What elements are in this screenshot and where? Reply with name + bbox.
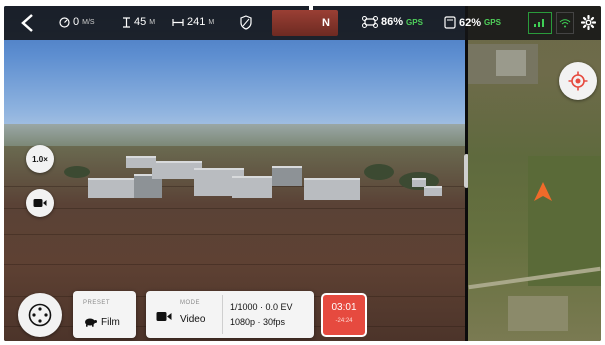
- drone-flight-app: 0 M/S 45 M 241 M N 86% GPS 62% GPS 1.0× …: [4, 6, 601, 341]
- speed-value: 0: [73, 16, 80, 28]
- drone-battery-value: 86%: [381, 16, 404, 28]
- target-location-icon: [568, 71, 588, 91]
- signal-bars-icon: [534, 19, 544, 27]
- distance-icon: [172, 18, 184, 26]
- speedometer-icon: [59, 16, 70, 28]
- back-arrow-icon[interactable]: [18, 12, 38, 34]
- resolution-value[interactable]: 1080p · 30fps: [230, 317, 285, 327]
- distance-unit: M: [208, 18, 215, 26]
- drone-battery-indicator: 86% GPS: [362, 16, 423, 28]
- wifi-badge: [556, 12, 574, 34]
- exposure-value[interactable]: 1/1000 · 0.0 EV: [230, 302, 293, 312]
- speed-unit: M/S: [82, 18, 95, 26]
- compass-heading-strip: N: [272, 10, 338, 36]
- video-mode-icon: [156, 312, 172, 321]
- satellite-map[interactable]: [468, 6, 601, 341]
- device-battery-indicator: 62% GPS: [444, 16, 501, 29]
- mode-divider: [222, 295, 223, 334]
- preset-value: Film: [101, 317, 120, 328]
- wifi-icon: [559, 18, 571, 27]
- controller-icon: [444, 16, 456, 29]
- film-turtle-icon: [85, 318, 97, 327]
- distance-indicator: 241 M: [172, 16, 214, 28]
- device-battery-value: 62%: [459, 16, 482, 29]
- joystick-icon: [28, 303, 52, 327]
- device-gps-label: GPS: [484, 18, 501, 27]
- joystick-mode-button[interactable]: [18, 293, 62, 337]
- record-button[interactable]: 03:01 -24:24: [321, 293, 367, 337]
- altitude-unit: M: [149, 18, 156, 26]
- altitude-icon: [123, 16, 130, 28]
- drone-icon: [362, 16, 378, 28]
- top-status-bar: 0 M/S 45 M 241 M N 86% GPS 62% GPS: [4, 6, 601, 40]
- altitude-value: 45: [134, 16, 147, 28]
- heading-label: N: [322, 17, 330, 29]
- speed-indicator: 0 M/S: [59, 16, 95, 28]
- mode-value: Video: [180, 314, 206, 325]
- settings-gear-icon[interactable]: [581, 15, 596, 30]
- record-elapsed-time: 03:01: [331, 302, 357, 313]
- recenter-map-button[interactable]: [559, 62, 597, 100]
- shield-icon[interactable]: [240, 15, 252, 30]
- camera-mode-settings[interactable]: MODE Video 1/1000 · 0.0 EV 1080p · 30fps: [146, 291, 314, 338]
- drone-location-arrow-icon: [534, 182, 552, 201]
- zoom-button[interactable]: 1.0×: [26, 145, 54, 173]
- signal-badge: [528, 12, 552, 34]
- camera-mode-button[interactable]: [26, 189, 54, 217]
- altitude-indicator: 45 M: [122, 16, 155, 28]
- mode-caption: MODE: [180, 300, 200, 306]
- zoom-label: 1.0×: [32, 154, 48, 164]
- preset-caption: PRESET: [83, 300, 111, 306]
- record-remaining-time: -24:24: [335, 318, 353, 324]
- preset-selector[interactable]: PRESET Film: [73, 291, 136, 338]
- drone-gps-label: GPS: [406, 17, 423, 27]
- distance-value: 241: [187, 16, 206, 28]
- video-camera-icon: [33, 199, 47, 207]
